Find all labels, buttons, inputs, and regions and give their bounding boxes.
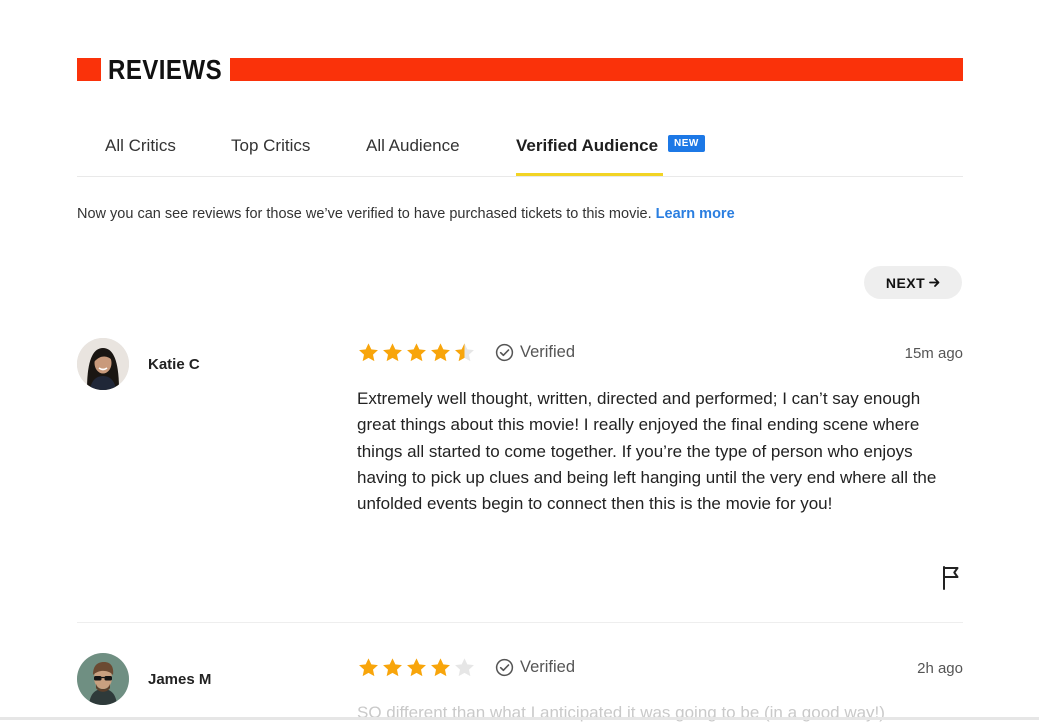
tab-all-audience[interactable]: All Audience	[366, 136, 460, 156]
verified-check-icon	[495, 658, 514, 677]
star-full-icon	[407, 343, 426, 362]
new-badge: NEW	[668, 135, 705, 152]
star-empty-icon	[455, 658, 474, 677]
star-full-icon	[383, 343, 402, 362]
reviews-header: REVIEWS	[77, 54, 963, 85]
verified-label: Verified	[520, 343, 576, 361]
star-full-icon	[359, 343, 378, 362]
arrow-right-icon	[929, 278, 940, 287]
flag-icon[interactable]	[940, 565, 962, 591]
star-full-icon	[359, 658, 378, 677]
star-full-icon	[407, 658, 426, 677]
avatar	[77, 338, 129, 390]
header-accent-square	[77, 58, 101, 81]
star-rating	[357, 342, 476, 364]
review-timestamp: 2h ago	[917, 660, 963, 677]
next-button-label: NEXT	[885, 274, 926, 291]
tab-verified-audience[interactable]: Verified Audience	[516, 136, 658, 156]
star-half-icon	[455, 343, 474, 362]
star-full-icon	[383, 658, 402, 677]
reviewer-name: James M	[148, 671, 212, 688]
tab-all-critics[interactable]: All Critics	[105, 136, 176, 156]
review-tabs: All Critics Top Critics All Audience Ver…	[77, 128, 963, 177]
review-card: James M Verified 2h ago SO different tha…	[77, 653, 963, 722]
star-full-icon	[431, 343, 450, 362]
info-description: Now you can see reviews for those we’ve …	[77, 206, 656, 222]
verified-status: Verified	[495, 343, 575, 362]
user-avatar-icon	[77, 653, 129, 705]
reviewer-name: Katie C	[148, 356, 200, 373]
review-text: Extremely well thought, written, directe…	[357, 389, 937, 514]
review-text: SO different than what I anticipated it …	[357, 703, 885, 722]
star-full-icon	[431, 658, 450, 677]
verified-status: Verified	[495, 658, 575, 677]
review-divider	[77, 622, 963, 623]
user-avatar-icon	[77, 338, 129, 390]
active-tab-indicator	[516, 173, 663, 176]
star-rating	[357, 657, 476, 679]
learn-more-link[interactable]: Learn more	[656, 206, 735, 222]
avatar	[77, 653, 129, 705]
review-timestamp: 15m ago	[904, 345, 963, 362]
verified-check-icon	[495, 343, 514, 362]
section-title: REVIEWS	[108, 54, 223, 85]
verified-info-text: Now you can see reviews for those we’ve …	[77, 206, 735, 222]
tab-top-critics[interactable]: Top Critics	[231, 136, 310, 156]
review-card: Katie C Verified 15m ago Extremely well …	[77, 338, 963, 598]
verified-label: Verified	[520, 658, 576, 676]
header-accent-bar	[230, 58, 963, 81]
next-button[interactable]: NEXT	[864, 266, 962, 299]
